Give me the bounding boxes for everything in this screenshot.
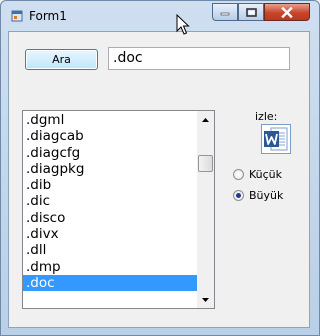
preview-label: izle: <box>255 110 278 123</box>
list-item[interactable]: .diagcab <box>23 128 198 144</box>
arrow-down-icon <box>202 297 209 302</box>
minimize-button[interactable] <box>212 3 238 21</box>
list-item[interactable]: .disco <box>23 210 198 226</box>
vertical-scrollbar[interactable] <box>197 111 214 308</box>
radio-large-label[interactable]: Büyük <box>249 189 283 202</box>
title-bar[interactable]: Form1 <box>1 1 319 31</box>
word-document-icon <box>261 124 291 154</box>
list-items: .dgml .diagcab .diagcfg .diagpkg .dib .dic .di… <box>23 112 198 292</box>
form-client-area: Ara .doc .dgml .diagcab .diagcfg .diagpkg .d… <box>8 31 310 328</box>
list-item[interactable]: .dib <box>23 177 198 193</box>
list-item[interactable]: .divx <box>23 226 198 242</box>
list-item[interactable]: .dic <box>23 193 198 209</box>
scroll-thumb[interactable] <box>198 155 213 172</box>
window-title: Form1 <box>29 9 67 23</box>
app-icon <box>11 10 23 22</box>
maximize-button[interactable] <box>238 3 264 21</box>
minimize-icon <box>220 12 230 16</box>
list-item[interactable]: .dgml <box>23 112 198 128</box>
extension-listbox[interactable]: .dgml .diagcab .diagcfg .diagpkg .dib .dic .di… <box>22 110 215 309</box>
maximize-icon <box>245 7 257 17</box>
list-item[interactable]: .doc <box>23 274 198 292</box>
list-item[interactable]: .dll <box>23 242 198 258</box>
mouse-cursor-icon <box>176 14 190 35</box>
arrow-up-icon <box>202 117 209 122</box>
search-input[interactable]: .doc <box>108 47 290 70</box>
scroll-up-button[interactable] <box>197 111 214 128</box>
radio-small-label[interactable]: Küçük <box>249 168 282 181</box>
close-button[interactable] <box>264 3 310 21</box>
search-button[interactable]: Ara <box>25 49 98 70</box>
list-item[interactable]: .diagcfg <box>23 145 198 161</box>
close-icon <box>281 6 293 18</box>
radio-small[interactable]: Küçük <box>233 168 282 181</box>
radio-small-circle[interactable] <box>233 169 244 180</box>
list-item[interactable]: .diagpkg <box>23 161 198 177</box>
radio-large-circle[interactable] <box>233 190 244 201</box>
radio-selected-dot <box>236 193 241 198</box>
main-window: Form1 Ara .doc .dgml .diagcab .diagcfg .dia… <box>0 0 320 336</box>
list-item[interactable]: .dmp <box>23 259 198 275</box>
scroll-down-button[interactable] <box>197 291 214 308</box>
radio-large[interactable]: Büyük <box>233 189 283 202</box>
